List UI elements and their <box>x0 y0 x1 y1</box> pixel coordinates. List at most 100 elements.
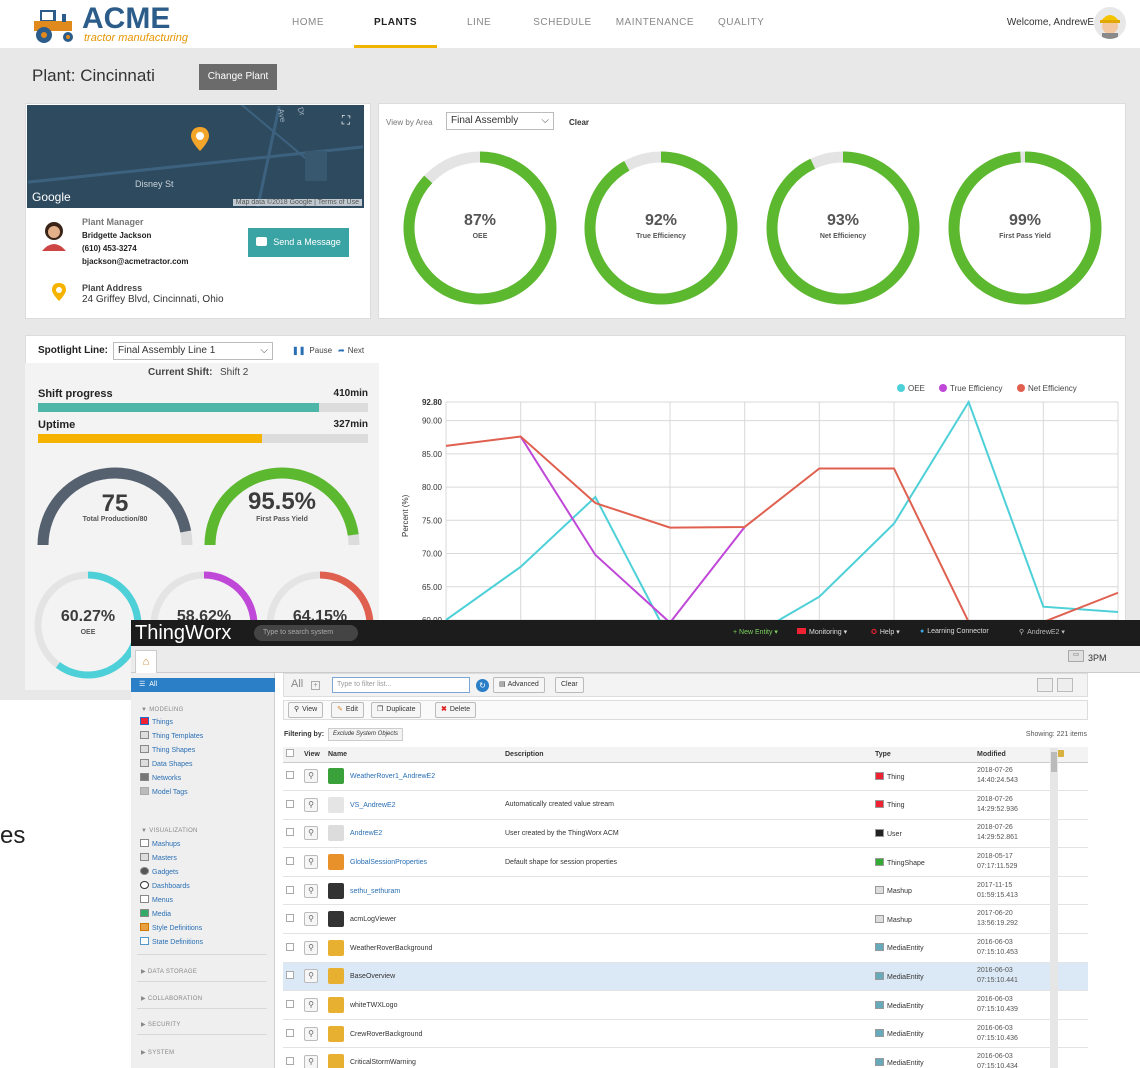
magnifier-icon[interactable]: ⚲ <box>304 797 318 812</box>
change-plant-button[interactable]: Change Plant <box>199 64 277 90</box>
magnifier-icon[interactable]: ⚲ <box>304 1026 318 1041</box>
refresh-icon[interactable]: ↻ <box>476 679 489 692</box>
sidebar-item-model-tags[interactable]: Model Tags <box>140 787 188 796</box>
table-row[interactable]: ⚲ WeatherRover1_AndrewE2 Thing 2018-07-26 14… <box>283 762 1088 792</box>
table-row[interactable]: ⚲ acmLogViewer Mashup 2017-06-20 13:56:19.29… <box>283 904 1088 935</box>
sidebar-section-system[interactable]: ▶ SYSTEM <box>141 1049 174 1056</box>
col-modified[interactable]: Modified <box>974 747 1054 763</box>
settings-icon[interactable] <box>1057 678 1073 692</box>
magnifier-icon[interactable]: ⚲ <box>304 855 318 870</box>
select-all-header[interactable] <box>283 747 301 763</box>
magnifier-icon[interactable]: ⚲ <box>304 1055 318 1068</box>
sidebar-item-masters[interactable]: Masters <box>140 853 177 862</box>
view-button[interactable]: ⚲ View <box>288 702 324 718</box>
learning-connector-link[interactable]: ● Learning Connector <box>920 628 989 635</box>
filter-input[interactable]: Type to filter list... <box>332 677 470 693</box>
entity-name[interactable]: WeatherRover1_AndrewE2 <box>350 773 435 780</box>
entity-name[interactable]: CriticalStormWarning <box>350 1059 416 1066</box>
table-row[interactable]: ⚲ sethu_sethuram Mashup 2017-11-15 01:59:15.… <box>283 876 1088 906</box>
map-attribution[interactable]: Map data ©2018 Google | Terms of Use <box>232 199 362 206</box>
table-scrollbar-thumb[interactable] <box>1051 752 1057 772</box>
new-entity-menu[interactable]: + New Entity ▾ <box>733 628 778 636</box>
magnifier-icon[interactable]: ⚲ <box>304 912 318 927</box>
nav-home[interactable]: HOME <box>280 0 336 48</box>
entity-name[interactable]: AndrewE2 <box>350 830 382 837</box>
table-row[interactable]: ⚲ BaseOverview MediaEntity 2016-06-03 07:15:… <box>283 962 1088 992</box>
sidebar-item-things[interactable]: Things <box>140 717 173 726</box>
row-checkbox[interactable] <box>286 1057 294 1066</box>
entity-name[interactable]: acmLogViewer <box>350 916 396 923</box>
system-search-input[interactable]: Type to search system <box>254 625 358 641</box>
user-menu[interactable]: ⚲ AndrewE2 ▾ <box>1019 628 1065 636</box>
table-row[interactable]: ⚲ CriticalStormWarning MediaEntity 2016-06-… <box>283 1047 1088 1068</box>
clear-filter-button[interactable]: Clear <box>555 677 584 693</box>
acme-logo[interactable]: ACME tractor manufacturing <box>30 2 190 44</box>
monitoring-menu[interactable]: Monitoring ▾ <box>797 628 847 636</box>
sidebar-item-dashboards[interactable]: Dashboards <box>140 881 190 890</box>
delete-button[interactable]: ✖ Delete <box>435 702 477 718</box>
next-button[interactable]: ➦ Next <box>338 346 364 355</box>
row-checkbox[interactable] <box>286 1000 294 1009</box>
entity-name[interactable]: WeatherRoverBackground <box>350 945 432 952</box>
table-row[interactable]: ⚲ GlobalSessionProperties Default shape fo… <box>283 847 1088 877</box>
magnifier-icon[interactable]: ⚲ <box>304 769 318 784</box>
sidebar-item-networks[interactable]: Networks <box>140 773 181 782</box>
sidebar-section-collaboration[interactable]: ▶ COLLABORATION <box>141 995 202 1002</box>
plant-map[interactable]: Dr Ave Disney St ⛶ Google Map data ©2018… <box>27 105 364 208</box>
help-menu[interactable]: ✪ Help ▾ <box>871 628 900 636</box>
sidebar-item-thing-shapes[interactable]: Thing Shapes <box>140 745 195 754</box>
nav-maintenance[interactable]: MAINTENANCE <box>604 0 706 48</box>
nav-quality[interactable]: QUALITY <box>706 0 776 48</box>
entity-name[interactable]: whiteTWXLogo <box>350 1002 397 1009</box>
entity-name[interactable]: VS_AndrewE2 <box>350 802 396 809</box>
sidebar-item-thing-templates[interactable]: Thing Templates <box>140 731 203 740</box>
spotlight-line-select[interactable]: Final Assembly Line 1 ⌵ <box>113 342 273 360</box>
row-checkbox[interactable] <box>286 1028 294 1037</box>
entity-name[interactable]: GlobalSessionProperties <box>350 859 427 866</box>
table-row[interactable]: ⚲ AndrewE2 User created by the ThingWorx A… <box>283 819 1088 849</box>
row-checkbox[interactable] <box>286 914 294 923</box>
sidebar-section-visualization[interactable]: ▼ VISUALIZATION <box>141 828 198 834</box>
sidebar-item-state-definitions[interactable]: State Definitions <box>140 937 203 946</box>
sidebar-item-all[interactable]: ☰ All <box>131 678 275 692</box>
col-description[interactable]: Description <box>502 747 872 763</box>
keyboard-icon[interactable]: ▭ <box>1068 650 1084 662</box>
row-checkbox[interactable] <box>286 857 294 866</box>
row-checkbox[interactable] <box>286 885 294 894</box>
manager-email[interactable]: bjackson@acmetractor.com <box>82 257 189 266</box>
thingworx-logo[interactable]: ThingWorx <box>135 622 231 645</box>
sidebar-section-modeling[interactable]: ▼ MODELING <box>141 707 184 713</box>
advanced-button[interactable]: ▤ Advanced <box>493 677 545 693</box>
magnifier-icon[interactable]: ⚲ <box>304 969 318 984</box>
sidebar-item-menus[interactable]: Menus <box>140 895 173 904</box>
magnifier-icon[interactable]: ⚲ <box>304 883 318 898</box>
sidebar-item-mashups[interactable]: Mashups <box>140 839 180 848</box>
table-row[interactable]: ⚲ WeatherRoverBackground MediaEntity 2016-0… <box>283 933 1088 963</box>
row-checkbox[interactable] <box>286 942 294 951</box>
col-type[interactable]: Type <box>872 747 974 763</box>
entity-name[interactable]: sethu_sethuram <box>350 888 400 895</box>
area-clear-link[interactable]: Clear <box>569 118 589 127</box>
table-row[interactable]: ⚲ whiteTWXLogo MediaEntity 2016-06-03 07:15:… <box>283 990 1088 1020</box>
row-checkbox[interactable] <box>286 771 294 780</box>
send-message-button[interactable]: Send a Message <box>248 228 349 257</box>
sidebar-section-security[interactable]: ▶ SECURITY <box>141 1021 181 1028</box>
user-avatar[interactable] <box>1094 7 1126 39</box>
sidebar-item-style-definitions[interactable]: Style Definitions <box>140 923 202 932</box>
nav-line[interactable]: LINE <box>455 0 503 48</box>
duplicate-button[interactable]: ❐ Duplicate <box>371 702 422 718</box>
row-checkbox[interactable] <box>286 971 294 980</box>
home-tab[interactable]: ⌂ <box>135 650 157 673</box>
sidebar-section-data-storage[interactable]: ▶ DATA STORAGE <box>141 968 197 975</box>
select-all-checkbox[interactable] <box>286 749 294 758</box>
edit-view-icon[interactable] <box>1037 678 1053 692</box>
sidebar-item-gadgets[interactable]: Gadgets <box>140 867 178 876</box>
area-select[interactable]: Final Assembly ⌵ <box>446 112 554 130</box>
nav-schedule[interactable]: SCHEDULE <box>521 0 603 48</box>
pause-button[interactable]: ❚❚ Pause <box>292 346 332 355</box>
sidebar-item-data-shapes[interactable]: Data Shapes <box>140 759 192 768</box>
edit-button[interactable]: ✎ Edit <box>331 702 364 718</box>
filtering-chip[interactable]: Exclude System Objects <box>328 728 404 741</box>
table-row[interactable]: ⚲ VS_AndrewE2 Automatically created value … <box>283 790 1088 820</box>
sidebar-item-media[interactable]: Media <box>140 909 171 918</box>
